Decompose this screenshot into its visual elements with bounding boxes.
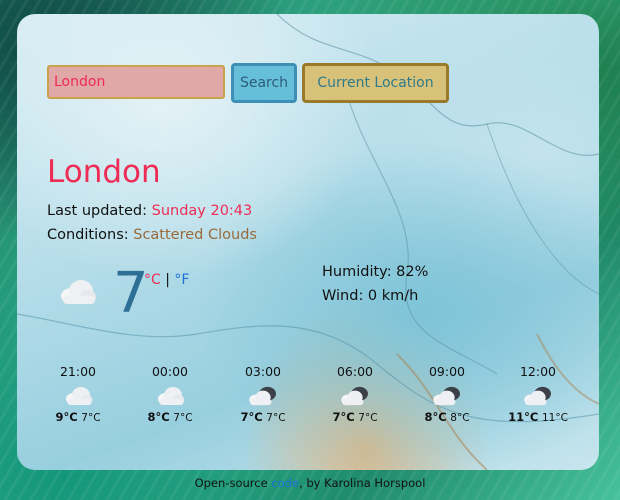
- forecast-min: 7°C: [173, 412, 193, 424]
- cloud-icon: [158, 387, 185, 405]
- conditions-value: Scattered Clouds: [133, 227, 257, 243]
- forecast-temps: 8°C 7°C: [139, 410, 201, 424]
- wind: Wind: 0 km/h: [322, 288, 419, 304]
- forecast-min: 7°C: [81, 412, 101, 424]
- cloud-icon: [66, 387, 93, 405]
- unit-separator: |: [165, 272, 170, 288]
- conditions: Conditions: Scattered Clouds: [47, 227, 257, 243]
- humidity: Humidity: 82%: [322, 264, 429, 280]
- forecast-time: 03:00: [244, 364, 282, 379]
- forecast-max: 8°C: [147, 410, 170, 424]
- dark-cloud-icon: [524, 386, 551, 406]
- forecast-min: 7°C: [266, 412, 286, 424]
- city-name: London: [47, 154, 161, 190]
- forecast-temps: 8°C 8°C: [416, 410, 478, 424]
- forecast-max: 7°C: [332, 410, 355, 424]
- forecast-item: 03:00 7°C 7°C: [232, 364, 294, 424]
- footer: Open-source code, by Karolina Horspool: [0, 476, 620, 490]
- search-button[interactable]: Search: [231, 63, 297, 103]
- forecast-max: 7°C: [240, 410, 263, 424]
- last-updated: Last updated: Sunday 20:43: [47, 203, 252, 219]
- forecast-min: 11°C: [541, 412, 568, 424]
- cloud-icon: [61, 280, 96, 304]
- source-code-link[interactable]: code: [271, 476, 299, 490]
- dark-cloud-icon: [433, 386, 460, 406]
- forecast-time: 06:00: [336, 364, 374, 379]
- forecast-item: 06:00 7°C 7°C: [324, 364, 386, 424]
- forecast-row: 21:00 9°C 7°C 00:00 8°C 7°C 03:00 7°C 7°…: [47, 364, 597, 444]
- forecast-min: 7°C: [358, 412, 378, 424]
- forecast-temps: 11°C 11°C: [507, 410, 569, 424]
- footer-prefix: Open-source: [194, 476, 268, 490]
- forecast-min: 8°C: [450, 412, 470, 424]
- search-input[interactable]: [47, 65, 225, 99]
- forecast-time: 12:00: [519, 364, 557, 379]
- forecast-temps: 7°C 7°C: [324, 410, 386, 424]
- forecast-max: 9°C: [55, 410, 78, 424]
- forecast-max: 11°C: [508, 410, 539, 424]
- last-updated-value: Sunday 20:43: [151, 203, 253, 219]
- last-updated-label: Last updated:: [47, 203, 147, 219]
- forecast-item: 21:00 9°C 7°C: [47, 364, 109, 424]
- fahrenheit-link[interactable]: °F: [174, 272, 189, 288]
- footer-suffix: , by Karolina Horspool: [299, 476, 426, 490]
- conditions-label: Conditions:: [47, 227, 129, 243]
- celsius-link[interactable]: °C: [144, 272, 161, 288]
- forecast-time: 09:00: [428, 364, 466, 379]
- forecast-time: 21:00: [59, 364, 97, 379]
- forecast-temps: 9°C 7°C: [47, 410, 109, 424]
- forecast-item: 00:00 8°C 7°C: [139, 364, 201, 424]
- forecast-temps: 7°C 7°C: [232, 410, 294, 424]
- unit-toggle: °C | °F: [144, 272, 189, 288]
- dark-cloud-icon: [341, 386, 368, 406]
- weather-card: Search Current Location London Last upda…: [17, 14, 599, 470]
- current-location-button[interactable]: Current Location: [302, 63, 449, 103]
- forecast-item: 09:00 8°C 8°C: [416, 364, 478, 424]
- dark-cloud-icon: [249, 386, 276, 406]
- forecast-max: 8°C: [424, 410, 447, 424]
- forecast-time: 00:00: [151, 364, 189, 379]
- forecast-item: 12:00 11°C 11°C: [507, 364, 569, 424]
